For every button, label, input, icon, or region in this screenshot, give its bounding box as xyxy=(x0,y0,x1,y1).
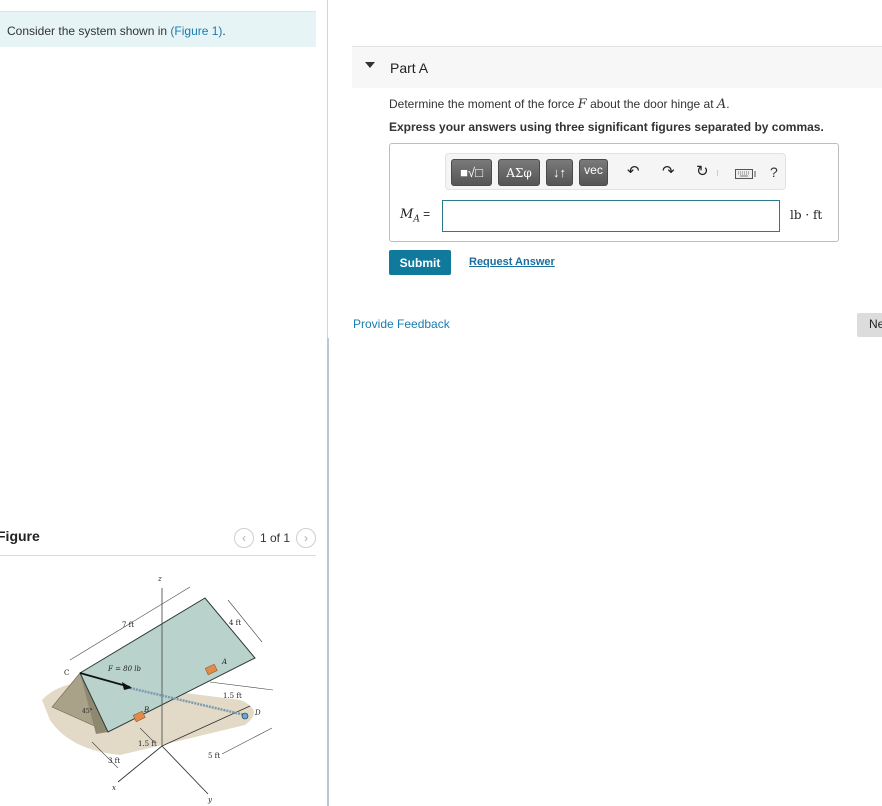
answer-input[interactable] xyxy=(442,200,780,232)
label-c: C xyxy=(64,669,69,677)
answer-label: MA = xyxy=(400,207,430,225)
intro-box: Consider the system shown in (Figure 1). xyxy=(0,11,316,47)
keyboard-icon[interactable] xyxy=(735,166,757,184)
label-7ft: 7 ft xyxy=(122,621,134,629)
provide-feedback-link[interactable]: Provide Feedback xyxy=(353,317,450,331)
chevron-left-icon[interactable]: ‹ xyxy=(233,528,254,548)
request-answer-link[interactable]: Request Answer xyxy=(469,256,555,268)
label-1-5ft-b: 1.5 ft xyxy=(138,740,157,748)
arrows-button[interactable]: ↓↑ xyxy=(546,159,573,186)
help-icon[interactable]: ? xyxy=(770,163,778,181)
answer-label-eq: = xyxy=(419,207,431,221)
instruction-text: Express your answers using three signifi… xyxy=(389,120,824,134)
question-var-f: F xyxy=(577,97,587,112)
figure-header: Figure ‹ 1 of 1 › xyxy=(0,524,316,556)
intro-text: Consider the system shown in xyxy=(7,24,171,38)
label-y: y xyxy=(207,796,213,804)
left-column: Consider the system shown in (Figure 1).… xyxy=(0,0,328,806)
question-pre: Determine the moment of the force xyxy=(389,97,578,111)
y-axis xyxy=(161,745,209,795)
label-force: F = 80 lb xyxy=(107,665,142,673)
figure-title: Figure xyxy=(0,528,40,544)
vector-button[interactable]: vec xyxy=(579,159,608,186)
figure-pager: ‹ 1 of 1 › xyxy=(233,528,316,548)
label-1-5ft-a: 1.5 ft xyxy=(223,692,242,700)
greek-symbols-button[interactable]: ΑΣφ xyxy=(498,159,540,186)
point-d xyxy=(241,712,249,720)
chevron-right-icon[interactable]: › xyxy=(296,528,316,548)
answer-label-var: M xyxy=(400,207,414,222)
answer-box: ■√□ ΑΣφ ↓↑ vec ↶ ↷ ↻ ? MA = lb · ft xyxy=(389,143,839,242)
next-button[interactable]: Ne xyxy=(857,313,882,337)
part-a-header[interactable]: Part A xyxy=(352,46,882,88)
toolbar-separator xyxy=(717,170,718,176)
question-var-a: A xyxy=(716,97,727,112)
pager-count: 1 of 1 xyxy=(259,531,290,545)
label-d: D xyxy=(254,709,261,717)
figure-link[interactable]: (Figure 1) xyxy=(170,24,222,38)
templates-button[interactable]: ■√□ xyxy=(451,159,492,186)
undo-icon[interactable]: ↶ xyxy=(627,163,640,181)
label-3ft: 3 ft xyxy=(108,757,120,765)
label-b: B xyxy=(143,706,149,714)
question-post: . xyxy=(726,97,730,111)
label-x: x xyxy=(112,784,116,792)
submit-button[interactable]: Submit xyxy=(389,250,451,275)
math-toolbar: ■√□ ΑΣφ ↓↑ vec ↶ ↷ ↻ ? xyxy=(445,153,786,190)
column-divider xyxy=(327,0,328,338)
part-title: Part A xyxy=(390,60,429,76)
reset-icon[interactable]: ↻ xyxy=(696,163,709,181)
question-text: Determine the moment of the force F abou… xyxy=(389,97,730,112)
answer-unit: lb · ft xyxy=(790,208,823,222)
label-4ft: 4 ft xyxy=(229,619,241,627)
label-z: z xyxy=(157,575,162,583)
label-45: 45° xyxy=(82,708,93,715)
redo-icon[interactable]: ↷ xyxy=(662,163,675,181)
column-splitter[interactable] xyxy=(327,338,329,806)
caret-down-icon xyxy=(365,62,375,68)
intro-suffix: . xyxy=(222,24,226,38)
question-mid: about the door hinge at xyxy=(586,97,717,111)
label-a: A xyxy=(221,658,227,666)
figure-diagram: z 7 ft 4 ft C F = 80 lb A 1.5 ft D B 45°… xyxy=(42,575,274,804)
label-5ft: 5 ft xyxy=(208,752,220,760)
